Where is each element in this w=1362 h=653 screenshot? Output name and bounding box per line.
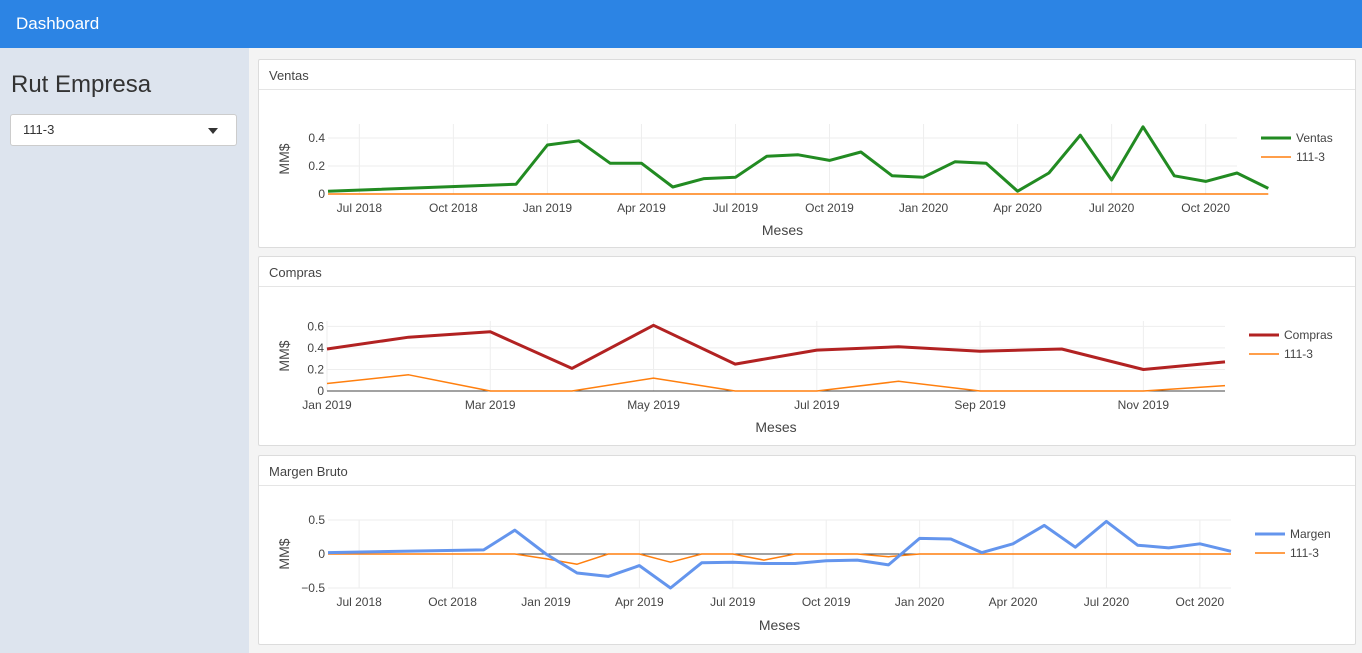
y-tick-label: −0.5 [301,581,325,595]
y-tick-label: 0.5 [308,513,325,527]
x-axis-label: Meses [762,222,803,238]
x-tick-label: Oct 2020 [1181,201,1230,215]
y-axis-label: MM$ [276,143,292,174]
y-tick-label: 0.4 [308,131,325,145]
margen-bruto-chart: Jul 2018 Oct 2018 Jan 2019 Apr 2019 Jul 2019… [276,513,1331,633]
chevron-down-icon[interactable] [208,128,218,134]
x-tick-label: Jul 2020 [1084,595,1130,609]
x-tick-label: Jul 2019 [794,398,840,412]
ventas-panel: Ventas Jul 2018 Oct 2018 Jan 2019 Apr 2019 J… [258,59,1356,248]
x-tick-label: Jan 2019 [523,201,573,215]
x-tick-label: Oct 2018 [428,595,477,609]
x-tick-label: Jul 2018 [337,201,383,215]
legend-label: 111-3 [1290,546,1319,560]
main-content: Ventas Jul 2018 Oct 2018 Jan 2019 Apr 2019 J… [249,48,1362,653]
panel-title: Compras [259,257,1355,287]
legend-label: 111-3 [1296,150,1325,164]
x-tick-label: Sep 2019 [954,398,1006,412]
x-tick-label: Jan 2019 [521,595,571,609]
x-tick-label: Oct 2018 [429,201,478,215]
margen-bruto-panel: Margen Bruto Jul 2018 Oct 2018 Jan 2019 Apr… [258,455,1356,645]
x-tick-label: Apr 2019 [615,595,664,609]
y-tick-label: 0 [317,384,324,398]
x-tick-label: May 2019 [627,398,680,412]
y-axis-label: MM$ [276,340,292,371]
x-tick-label: Apr 2020 [993,201,1042,215]
series-line-primary [327,125,1269,193]
x-tick-label: Apr 2020 [989,595,1038,609]
y-tick-label: 0.2 [307,362,324,376]
x-tick-label: Mar 2019 [465,398,516,412]
x-tick-label: Jan 2020 [895,595,945,609]
x-tick-label: Jul 2019 [713,201,759,215]
sidebar: Rut Empresa 111-3 [0,48,249,653]
legend-label: Compras [1284,328,1333,342]
legend-label: 111-3 [1284,347,1313,361]
compras-panel: Compras Jan 2019 Mar 2019 May 2019 Jul 2019… [258,256,1356,446]
navbar: Dashboard [0,0,1362,48]
x-tick-label: Nov 2019 [1118,398,1170,412]
x-tick-label: Oct 2019 [802,595,851,609]
y-tick-label: 0.2 [308,159,325,173]
legend-label: Ventas [1296,131,1333,145]
y-tick-label: 0.4 [307,341,324,355]
x-tick-label: Jan 2020 [899,201,949,215]
x-tick-label: Apr 2019 [617,201,666,215]
y-tick-label: 0 [318,187,325,201]
ventas-chart: Jul 2018 Oct 2018 Jan 2019 Apr 2019 Jul 2019… [276,124,1333,238]
x-tick-label: Oct 2019 [805,201,854,215]
compras-chart: Jan 2019 Mar 2019 May 2019 Jul 2019 Sep 2019… [276,319,1333,435]
x-tick-label: Jan 2019 [302,398,352,412]
series-line-primary [326,323,1226,371]
series-line-company [326,374,1226,392]
select-value: 111-3 [23,122,55,137]
y-tick-label: 0 [318,547,325,561]
x-tick-label: Jul 2020 [1089,201,1135,215]
x-axis-label: Meses [755,419,796,435]
panel-title: Ventas [259,60,1355,90]
rut-empresa-label: Rut Empresa [11,71,152,98]
y-axis-label: MM$ [276,538,292,569]
x-axis-label: Meses [759,617,800,633]
legend-label: Margen [1290,527,1331,541]
rut-empresa-select[interactable]: 111-3 [10,114,237,146]
x-tick-label: Oct 2020 [1176,595,1225,609]
x-tick-label: Jul 2018 [336,595,382,609]
x-tick-label: Jul 2019 [710,595,756,609]
dashboard-title: Dashboard [16,14,100,33]
y-tick-label: 0.6 [307,319,324,333]
panel-title: Margen Bruto [259,456,1355,486]
